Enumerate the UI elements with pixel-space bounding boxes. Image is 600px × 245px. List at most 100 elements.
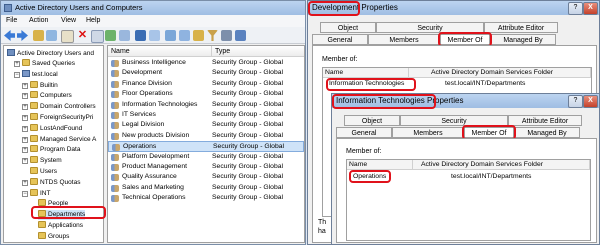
tree-item-label: NTDS Quotas	[40, 178, 81, 186]
dlg2-tab-managed-by[interactable]: Managed By	[514, 127, 580, 138]
dlg1-tab-general[interactable]: General	[312, 34, 368, 45]
dlg1-col-name[interactable]: Name	[323, 68, 409, 78]
dlg1-tab-managed-by[interactable]: Managed By	[490, 34, 556, 45]
dlg2-member-of-label: Member of:	[346, 148, 382, 155]
tree-item-lostandfound[interactable]: LostAndFound	[30, 123, 82, 134]
list-row[interactable]: Technical Operations Security Group - Glo…	[108, 193, 304, 203]
create-group-icon[interactable]	[179, 30, 190, 41]
dlg2-tab-general[interactable]: General	[336, 127, 392, 138]
list-row[interactable]: Product Management Security Group - Globa…	[108, 162, 304, 172]
group-type: Security Group - Global	[212, 194, 284, 202]
tree-expander[interactable]: +	[22, 115, 28, 121]
tree-item-computers[interactable]: Computers	[30, 91, 72, 101]
tree-expander[interactable]: +	[22, 93, 28, 100]
refresh-icon[interactable]	[105, 30, 116, 41]
properties-icon[interactable]	[91, 30, 104, 43]
list-row[interactable]: Operations Security Group - Global	[108, 141, 304, 152]
filter-icon[interactable]	[207, 30, 218, 41]
tree-expander[interactable]: +	[14, 61, 20, 67]
find-icon[interactable]	[221, 30, 232, 41]
group-name: Legal Division	[122, 121, 165, 129]
list-row[interactable]: Finance Division Security Group - Global	[108, 79, 304, 89]
tree-item-foreignsecuritypri[interactable]: ForeignSecurityPri	[30, 113, 93, 123]
tree-item-builtin[interactable]: Builtin	[30, 80, 58, 91]
tree-item-int[interactable]: INT	[30, 188, 50, 199]
results-list[interactable]: Name Type Business Intelligence Security …	[107, 45, 305, 243]
group-name: New products Division	[122, 131, 190, 139]
tree-expander[interactable]: −	[14, 71, 20, 78]
dlg2-tab-members[interactable]: Members	[392, 127, 464, 138]
tree-expander[interactable]: +	[22, 136, 28, 143]
group-name: Platform Development	[122, 152, 190, 160]
add-to-group-icon[interactable]	[235, 30, 246, 41]
tree-expander[interactable]: +	[22, 125, 28, 132]
security-group-icon	[111, 70, 119, 78]
tree-expander[interactable]: +	[22, 147, 28, 154]
tree-item-saved-queries[interactable]: Saved Queries	[22, 59, 75, 69]
show-console-tree-icon[interactable]	[46, 30, 57, 41]
list-row[interactable]: Information Technologies Security Group -…	[108, 100, 304, 110]
dlg2-col-folder[interactable]: Active Directory Domain Services Folder	[413, 160, 590, 170]
tree-item-managed-service-a[interactable]: Managed Service A	[30, 134, 96, 145]
dlg1-tab-members[interactable]: Members	[368, 34, 440, 45]
console-icon[interactable]	[149, 30, 160, 41]
tree-item-program-data[interactable]: Program Data	[30, 145, 80, 155]
list-row[interactable]: Development Security Group - Global	[108, 68, 304, 78]
dlg1-tab-object[interactable]: Object	[320, 22, 376, 33]
export-list-icon[interactable]	[119, 30, 130, 41]
tree-item-system[interactable]: System	[30, 156, 62, 166]
dlg2-tab-attribute-editor[interactable]: Attribute Editor	[508, 115, 582, 126]
list-row[interactable]: Platform Development Security Group - Glo…	[108, 152, 304, 162]
security-group-icon	[111, 184, 119, 192]
menu-action[interactable]: Action	[29, 17, 48, 24]
tree-expander[interactable]: +	[22, 158, 28, 165]
list-row[interactable]: Legal Division Security Group - Global	[108, 120, 304, 130]
dlg1-col-folder[interactable]: Active Directory Domain Services Folder	[409, 68, 591, 78]
tree-item-label: Saved Queries	[32, 60, 75, 67]
tree-expander[interactable]: +	[22, 104, 28, 111]
dlg2-tab-object[interactable]: Object	[344, 115, 400, 126]
tree-root[interactable]: Active Directory Users and	[7, 49, 94, 59]
dlg1-member-of-label: Member of:	[322, 56, 358, 63]
tree-item-applications[interactable]: Applications	[38, 221, 83, 231]
dlg2-close-button[interactable]: X	[583, 95, 598, 108]
group-name: Sales and Marketing	[122, 183, 184, 191]
tree-item-test-local[interactable]: test.local	[22, 69, 58, 80]
highlight-dlg2-operations-row	[349, 170, 391, 183]
column-header-type[interactable]: Type	[212, 46, 304, 57]
create-user-icon[interactable]	[165, 30, 176, 41]
list-row[interactable]: IT Services Security Group - Global	[108, 110, 304, 120]
tree-expander[interactable]: +	[22, 179, 28, 186]
menu-help[interactable]: Help	[86, 17, 100, 24]
help-icon[interactable]	[135, 30, 146, 41]
folder-icon	[30, 123, 38, 131]
list-row[interactable]: Quality Assurance Security Group - Global	[108, 172, 304, 182]
menu-file[interactable]: File	[6, 17, 17, 24]
menu-view[interactable]: View	[61, 17, 76, 24]
tree-expander[interactable]: −	[22, 190, 28, 197]
up-folder-icon[interactable]	[33, 30, 44, 41]
back-arrow-icon[interactable]	[4, 30, 15, 41]
delete-icon[interactable]: ✕	[77, 30, 88, 41]
aduc-titlebar[interactable]: Active Directory Users and Computers	[1, 1, 305, 15]
tree-item-domain-controllers[interactable]: Domain Controllers	[30, 102, 96, 112]
dlg1-tab-attribute-editor[interactable]: Attribute Editor	[484, 22, 558, 33]
list-row[interactable]: Business Intelligence Security Group - Gl…	[108, 58, 304, 68]
tree-item-ntds-quotas[interactable]: NTDS Quotas	[30, 177, 81, 188]
list-row[interactable]: Sales and Marketing Security Group - Glob…	[108, 183, 304, 193]
dlg1-close-button[interactable]: X	[583, 2, 598, 15]
dlg1-help-button[interactable]: ?	[568, 2, 583, 15]
list-row[interactable]: New products Division Security Group - Gl…	[108, 131, 304, 141]
tree-expander[interactable]: +	[22, 82, 28, 89]
column-header-name[interactable]: Name	[108, 46, 212, 57]
dlg2-help-button[interactable]: ?	[568, 95, 583, 108]
dlg2-col-name[interactable]: Name	[347, 160, 413, 170]
security-group-icon	[111, 153, 119, 161]
folder-icon	[30, 188, 38, 196]
tree-item-groups[interactable]: Groups	[38, 231, 69, 242]
list-row[interactable]: Floor Operations Security Group - Global	[108, 89, 304, 99]
forward-arrow-icon[interactable]	[17, 30, 28, 41]
create-ou-icon[interactable]	[193, 30, 204, 41]
tree-item-users[interactable]: Users	[30, 167, 57, 177]
copy-icon[interactable]	[61, 30, 74, 43]
